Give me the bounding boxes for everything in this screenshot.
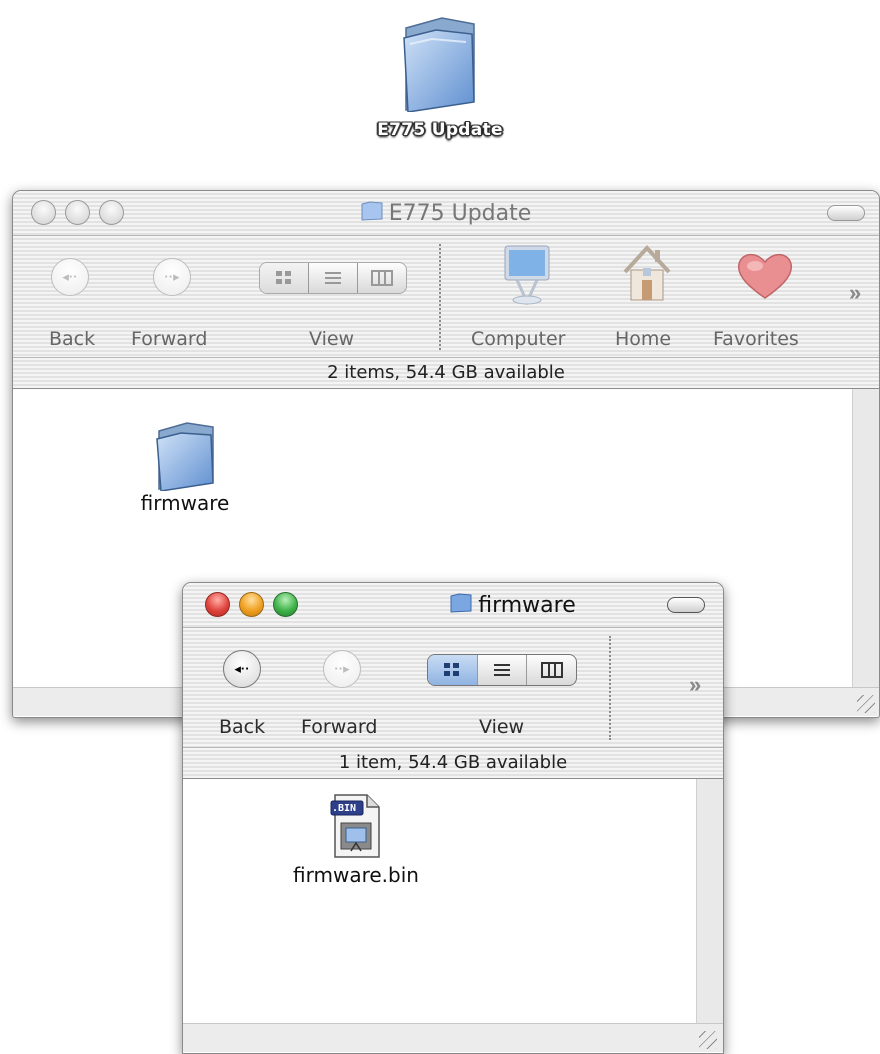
file-label: firmware (140, 491, 230, 515)
folder-icon (361, 199, 383, 229)
list-view-icon[interactable] (309, 263, 358, 293)
toolbar-separator (609, 636, 611, 740)
computer-label: Computer (471, 328, 566, 350)
vertical-scrollbar[interactable] (696, 779, 723, 1023)
folder-icon (156, 422, 214, 491)
forward-label: Forward (301, 716, 378, 738)
window-title: firmware (478, 593, 576, 618)
list-item[interactable]: .BIN firmware.bin (271, 793, 441, 887)
icon-view-icon[interactable] (260, 263, 309, 293)
forward-label: Forward (131, 328, 208, 350)
zoom-button[interactable] (273, 592, 298, 617)
toolbar-toggle-button[interactable] (827, 205, 865, 221)
view-label: View (309, 328, 355, 350)
computer-button[interactable] (499, 244, 555, 311)
column-view-icon[interactable] (358, 263, 406, 293)
view-label: View (479, 716, 525, 738)
icon-view-icon[interactable] (428, 655, 478, 685)
home-button[interactable] (621, 242, 673, 309)
back-button[interactable]: ◂·· (223, 650, 261, 688)
favorites-label: Favorites (713, 328, 799, 350)
back-button[interactable]: ◂·· (51, 258, 89, 296)
toolbar: ◂·· Back ··▸ Forward View » (183, 627, 723, 748)
desktop-folder-label: E775 Update (377, 120, 503, 140)
title-bar[interactable]: E775 Update (13, 191, 879, 235)
toolbar-separator (439, 244, 441, 350)
toolbar-overflow-icon[interactable]: » (849, 280, 861, 306)
list-item[interactable]: firmware (125, 419, 245, 515)
toolbar-overflow-icon[interactable]: » (689, 672, 701, 698)
vertical-scrollbar[interactable] (852, 389, 879, 689)
back-label: Back (219, 716, 266, 738)
folder-icon (403, 17, 475, 112)
back-label: Back (49, 328, 96, 350)
resize-grip-icon[interactable] (857, 695, 875, 713)
bin-badge: .BIN (331, 803, 357, 814)
content-area: .BIN firmware.bin (183, 779, 723, 1023)
close-button[interactable] (205, 592, 230, 617)
status-bar: 2 items, 54.4 GB available (13, 357, 879, 389)
back-arrow-icon: ◂·· (223, 650, 261, 688)
file-label: firmware.bin (293, 863, 419, 887)
resize-grip-icon[interactable] (699, 1031, 717, 1049)
finder-window-firmware: firmware ◂·· Back ··▸ Forward View » 1 i… (182, 582, 724, 1054)
home-icon (623, 245, 671, 301)
home-label: Home (615, 328, 672, 350)
forward-button[interactable]: ··▸ (153, 258, 191, 296)
view-control[interactable] (427, 654, 577, 686)
computer-icon (504, 245, 550, 306)
folder-icon (450, 591, 472, 621)
heart-icon (737, 253, 793, 299)
title-bar[interactable]: firmware (183, 583, 723, 627)
list-view-icon[interactable] (478, 655, 528, 685)
back-arrow-icon: ◂·· (51, 258, 89, 296)
toolbar-toggle-button[interactable] (667, 597, 705, 613)
column-view-icon[interactable] (527, 655, 576, 685)
toolbar: ◂·· Back ··▸ Forward View Computer Home … (13, 235, 879, 358)
window-title: E775 Update (388, 201, 532, 226)
favorites-button[interactable] (735, 250, 795, 307)
forward-arrow-icon: ··▸ (323, 650, 361, 688)
forward-arrow-icon: ··▸ (153, 258, 191, 296)
horizontal-scrollbar[interactable] (183, 1023, 723, 1052)
status-bar: 1 item, 54.4 GB available (183, 747, 723, 779)
forward-button[interactable]: ··▸ (323, 650, 361, 688)
minimize-button[interactable] (239, 592, 264, 617)
view-control[interactable] (259, 262, 407, 294)
